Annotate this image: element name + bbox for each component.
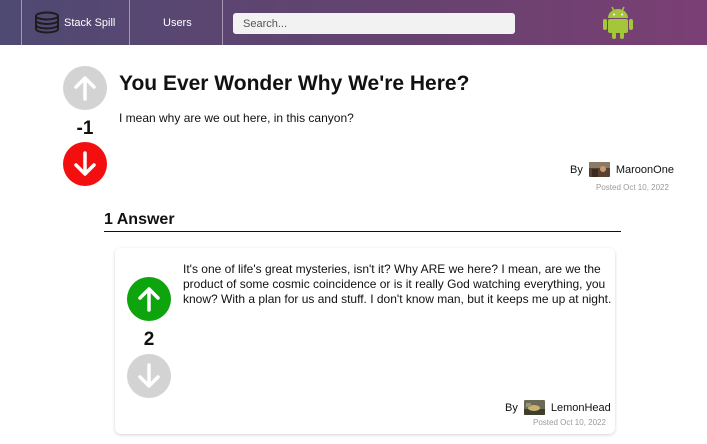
by-label: By (505, 401, 518, 414)
search-input[interactable] (233, 13, 515, 34)
question-body: I mean why are we out here, in this cany… (119, 111, 354, 125)
android-icon[interactable] (600, 6, 636, 40)
nav-divider (222, 0, 223, 45)
question-title: You Ever Wonder Why We're Here? (119, 72, 470, 95)
arrow-up-icon (138, 287, 160, 312)
brand-link[interactable]: Stack Spill (34, 11, 115, 35)
nav-divider (21, 0, 22, 45)
answer-upvote-button[interactable] (127, 277, 171, 321)
answer-score: 2 (143, 329, 155, 350)
avatar[interactable] (523, 400, 545, 415)
answers-heading: 1 Answer (104, 211, 175, 228)
question-downvote-button[interactable] (63, 142, 107, 186)
stack-logo-icon (35, 11, 59, 34)
question-upvote-button[interactable] (63, 66, 107, 110)
question-posted-date: Posted Oct 10, 2022 (596, 183, 669, 192)
answers-divider (104, 231, 621, 232)
author-name[interactable]: MaroonOne (616, 164, 674, 176)
question-author: By MaroonOne (570, 162, 674, 177)
avatar[interactable] (588, 162, 610, 177)
answer-downvote-button[interactable] (127, 354, 171, 398)
answer-author: By LemonHead (505, 400, 611, 415)
arrow-down-icon (138, 363, 160, 388)
answer-body: It's one of life's great mysteries, isn'… (183, 262, 612, 306)
by-label: By (570, 163, 583, 176)
nav-divider (129, 0, 130, 45)
question-score: -1 (76, 118, 94, 139)
arrow-down-icon (74, 151, 96, 176)
brand-name: Stack Spill (64, 17, 116, 29)
navbar: Stack Spill Users (0, 0, 707, 45)
nav-users-link[interactable]: Users (163, 17, 192, 29)
answer-posted-date: Posted Oct 10, 2022 (533, 418, 606, 427)
author-name[interactable]: LemonHead (551, 402, 611, 414)
arrow-up-icon (74, 76, 96, 101)
